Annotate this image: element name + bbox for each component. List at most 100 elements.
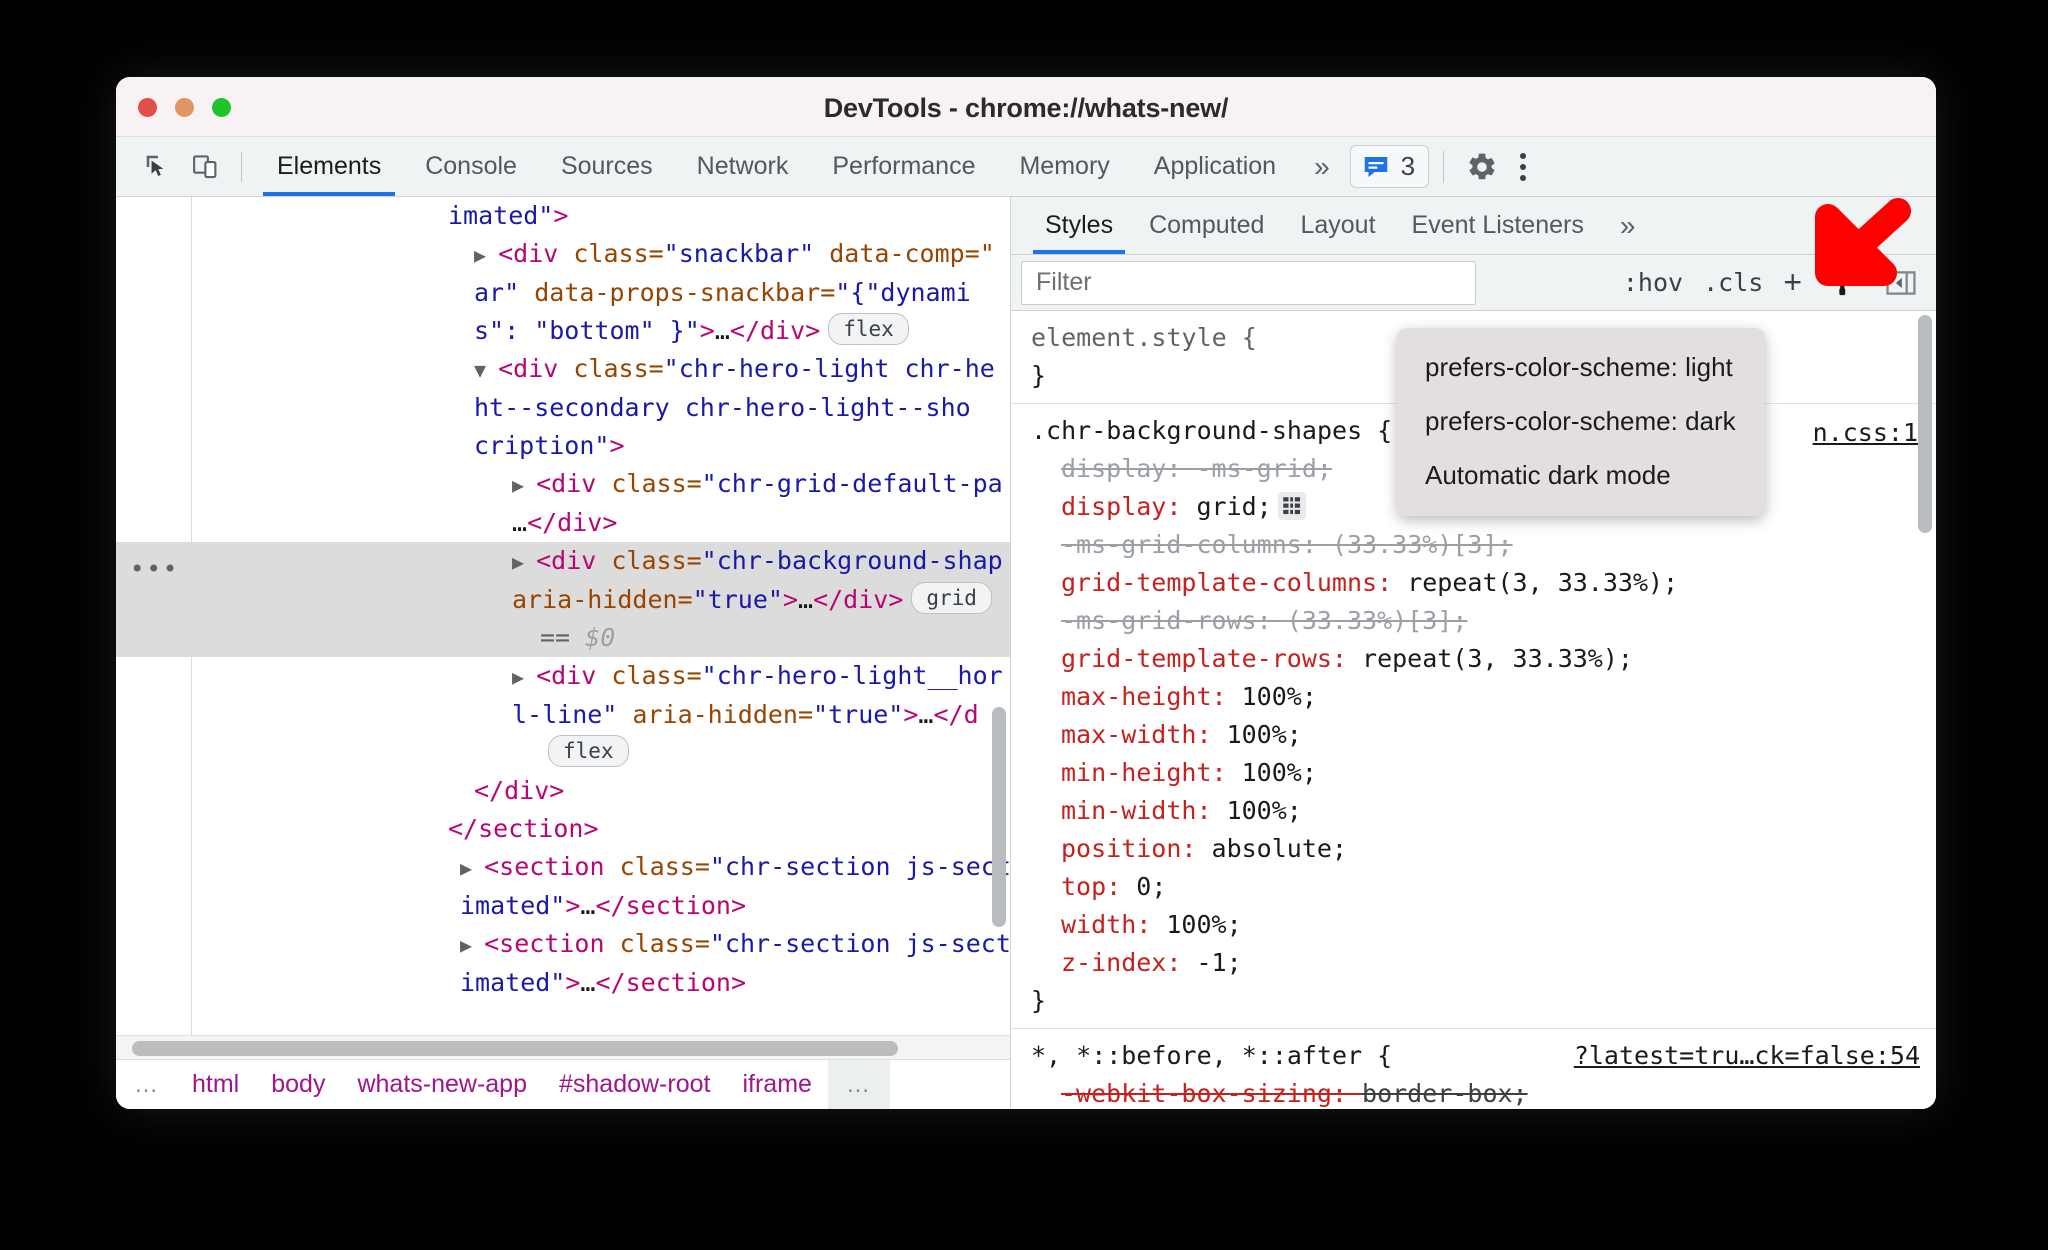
expand-triangle-icon[interactable]: ▶ (460, 933, 484, 957)
dom-tree-row[interactable]: imated">…</section> (116, 887, 1010, 925)
styles-filter-input[interactable]: Filter (1021, 260, 1476, 305)
kebab-menu-icon[interactable] (1506, 145, 1540, 189)
dom-horizontal-scrollbar-thumb[interactable] (132, 1041, 898, 1056)
dom-token: aria-hidden= (632, 700, 814, 729)
tab-network[interactable]: Network (675, 137, 811, 196)
toggle-pseudo-states-button[interactable]: :hov (1613, 268, 1693, 297)
expand-triangle-icon[interactable]: ▼ (474, 358, 498, 382)
dom-tree-row[interactable]: ••• ▶ <div class="chr-background-shap (116, 542, 1010, 583)
expand-triangle-icon[interactable]: ▶ (512, 550, 536, 574)
breadcrumb-item-body[interactable]: body (255, 1070, 341, 1099)
more-panels-chevron-icon[interactable]: » (1298, 137, 1346, 196)
dom-token: "chr-section js-sect (709, 852, 1010, 881)
dom-tree-row[interactable]: </div> (116, 772, 1010, 810)
css-rule-block[interactable]: *, *::before, *::after {?latest=tru…ck=f… (1011, 1029, 1936, 1109)
menu-item-prefers-color-scheme-dark[interactable]: prefers-color-scheme: dark (1397, 394, 1765, 448)
tab-layout[interactable]: Layout (1282, 197, 1393, 254)
css-declaration[interactable]: grid-template-columns: repeat(3, 33.33%)… (1011, 564, 1936, 602)
tab-memory[interactable]: Memory (997, 137, 1131, 196)
tab-computed[interactable]: Computed (1131, 197, 1282, 254)
issues-counter-button[interactable]: 3 (1349, 145, 1430, 188)
dom-tree-row[interactable]: …</div> (116, 504, 1010, 542)
tab-styles[interactable]: Styles (1027, 197, 1131, 254)
tab-application[interactable]: Application (1132, 137, 1298, 196)
css-declaration[interactable]: max-height: 100%; (1011, 678, 1936, 716)
dom-tree-row[interactable]: imated">…</section> (116, 964, 1010, 1002)
dom-tree-row[interactable]: l-line" aria-hidden="true">…</d (116, 696, 1010, 734)
css-declaration[interactable]: -ms-grid-rows: (33.33%)[3]; (1011, 602, 1936, 640)
css-declaration[interactable]: z-index: -1; (1011, 944, 1936, 982)
dom-row-content: imated"> (192, 201, 568, 230)
dom-tree-row[interactable]: == $0 (116, 619, 1010, 657)
tab-sources[interactable]: Sources (539, 137, 675, 196)
css-declaration[interactable]: width: 100%; (1011, 906, 1936, 944)
dom-tree-row[interactable]: ▼ <div class="chr-hero-light chr-he (116, 350, 1010, 389)
new-style-rule-button[interactable]: + (1773, 264, 1816, 301)
menu-item-automatic-dark-mode[interactable]: Automatic dark mode (1397, 448, 1765, 502)
dom-tree-row[interactable]: ▶ <div class="chr-grid-default-pa (116, 465, 1010, 504)
css-property-value: repeat(3, 33.33%); (1362, 644, 1633, 673)
dom-tree-row[interactable]: ▶ <section class="chr-section js-sect (116, 925, 1010, 964)
css-property-value: -ms-grid; (1196, 454, 1332, 483)
dom-row-content: ▶ <div class="chr-hero-light__hor (192, 661, 1003, 690)
show-computed-sidebar-icon[interactable] (1870, 266, 1924, 300)
menu-item-prefers-color-scheme-light[interactable]: prefers-color-scheme: light (1397, 340, 1765, 394)
breadcrumb-item-whats-new-app[interactable]: whats-new-app (341, 1070, 543, 1099)
expand-triangle-icon[interactable]: ▶ (512, 473, 536, 497)
tab-event-listeners[interactable]: Event Listeners (1394, 197, 1602, 254)
dom-tree-row[interactable]: aria-hidden="true">…</div> grid (116, 581, 1010, 619)
breadcrumb-item-shadow-root[interactable]: #shadow-root (543, 1070, 726, 1099)
dom-horizontal-scrollbar-track[interactable] (116, 1035, 1010, 1059)
dom-token: <div (536, 661, 612, 690)
device-toolbar-icon[interactable] (182, 145, 230, 189)
toggle-element-classes-button[interactable]: .cls (1693, 268, 1773, 297)
dom-tree-scroll[interactable]: imated"> ▶ <div class="snackbar" data-com… (116, 197, 1010, 1059)
dom-token: cription" (474, 431, 610, 460)
breadcrumb-item-html[interactable]: html (176, 1070, 255, 1099)
styles-vertical-scrollbar[interactable] (1918, 315, 1932, 533)
breadcrumb-overflow-right[interactable]: … (827, 1060, 890, 1109)
breadcrumb-overflow-left[interactable]: … (116, 1071, 176, 1099)
css-source-link[interactable]: n.css:1 (1813, 414, 1918, 452)
css-declaration[interactable]: -ms-grid-columns: (33.33%)[3]; (1011, 526, 1936, 564)
css-declaration[interactable]: min-width: 100%; (1011, 792, 1936, 830)
dom-vertical-scrollbar[interactable] (992, 707, 1006, 927)
styles-more-tabs-chevron-icon[interactable]: » (1602, 210, 1654, 242)
dom-row-content: cription"> (192, 431, 625, 460)
css-declaration[interactable]: position: absolute; (1011, 830, 1936, 868)
layout-badge-grid[interactable]: grid (911, 582, 992, 614)
tab-console[interactable]: Console (403, 137, 539, 196)
breadcrumb-item-iframe[interactable]: iframe (726, 1070, 827, 1099)
toolbar-divider-2 (1443, 150, 1445, 183)
css-declaration[interactable]: grid-template-rows: repeat(3, 33.33%); (1011, 640, 1936, 678)
dom-tree-row[interactable]: cription"> (116, 427, 1010, 465)
dom-tree-row[interactable]: ▶ <div class="snackbar" data-comp=" (116, 235, 1010, 274)
css-source-link[interactable]: ?latest=tru…ck=false:54 (1574, 1037, 1920, 1075)
dom-tree-row[interactable]: ar" data-props-snackbar="{"dynami (116, 274, 1010, 312)
css-property-value: -1; (1196, 948, 1242, 977)
dom-tree-row[interactable]: ht--secondary chr-hero-light--sho (116, 389, 1010, 427)
dom-tree-row[interactable]: imated"> (116, 197, 1010, 235)
expand-triangle-icon[interactable]: ▶ (512, 665, 536, 689)
tab-performance[interactable]: Performance (810, 137, 997, 196)
inspect-element-icon[interactable] (134, 145, 182, 189)
layout-badge-flex[interactable]: flex (548, 735, 629, 767)
css-declaration[interactable]: top: 0; (1011, 868, 1936, 906)
css-declaration[interactable]: min-height: 100%; (1011, 754, 1936, 792)
css-property-value: 100%; (1241, 758, 1317, 787)
tab-elements[interactable]: Elements (255, 137, 403, 196)
expand-triangle-icon[interactable]: ▶ (474, 243, 498, 267)
dom-tree-row[interactable]: </section> (116, 810, 1010, 848)
dom-tree-row[interactable]: ▶ <section class="chr-section js-sect (116, 848, 1010, 887)
dom-tree-row[interactable]: flex (116, 734, 1010, 772)
grid-toggle-icon[interactable] (1277, 492, 1306, 520)
css-declaration[interactable]: -webkit-box-sizing: border-box; (1011, 1075, 1936, 1109)
render-emulations-brush-icon[interactable] (1816, 266, 1870, 300)
dom-row-content: imated">…</section> (192, 891, 746, 920)
dom-tree-row[interactable]: ▶ <div class="chr-hero-light__hor (116, 657, 1010, 696)
dom-tree-row[interactable]: s": "bottom" }">…</div> flex (116, 312, 1010, 350)
css-declaration[interactable]: max-width: 100%; (1011, 716, 1936, 754)
expand-triangle-icon[interactable]: ▶ (460, 856, 484, 880)
gear-icon[interactable] (1458, 145, 1506, 189)
layout-badge-flex[interactable]: flex (828, 313, 909, 345)
